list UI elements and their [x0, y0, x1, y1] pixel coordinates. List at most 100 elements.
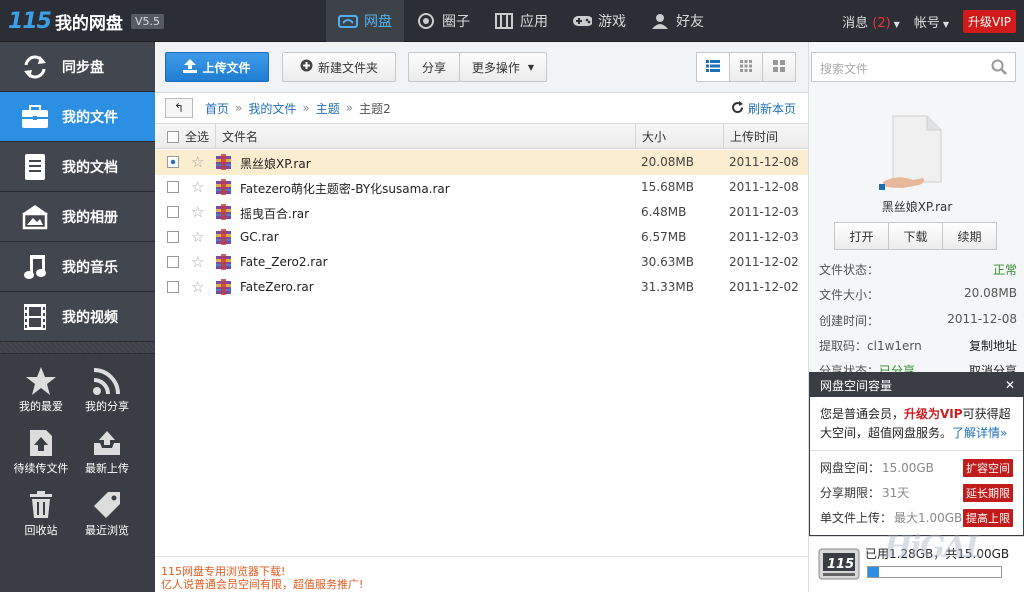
search-input[interactable]: 搜索文件 [811, 52, 1016, 82]
raise-limit-button[interactable]: 提高上限 [963, 509, 1013, 527]
row-checkbox[interactable] [167, 256, 179, 268]
star-icon[interactable]: ☆ [191, 178, 204, 196]
tab-label: 圈子 [442, 14, 470, 30]
quota-label: 分享期限： [820, 486, 881, 500]
table-row[interactable]: ☆ FateZero.rar 31.33MB 2011-12-02 [155, 275, 808, 300]
star-icon[interactable]: ☆ [191, 203, 204, 221]
back-arrow-icon: ↰ [173, 101, 185, 115]
svg-text:115: 115 [827, 557, 854, 572]
thumbnail-view-button[interactable] [762, 52, 796, 82]
column-header-size[interactable]: 大小 [635, 124, 723, 149]
search-icon[interactable] [991, 59, 1007, 78]
file-size: 30.63MB [641, 255, 694, 269]
file-name: 摇曳百合.rar [240, 207, 310, 221]
rar-file-icon [215, 154, 232, 170]
upgrade-vip-button[interactable]: 升级VIP [963, 9, 1016, 33]
row-checkbox[interactable] [167, 156, 179, 168]
open-button[interactable]: 打开 [834, 222, 889, 250]
sidebar-item-music[interactable]: 我的音乐 [0, 242, 155, 292]
renew-button[interactable]: 续期 [942, 222, 997, 250]
breadcrumb-my-files[interactable]: 我的文件 [248, 100, 296, 117]
tool-label: 最近浏览 [85, 524, 129, 537]
breadcrumb-home[interactable]: 首页 [205, 100, 229, 117]
account-label: 帐号 [913, 15, 940, 31]
more-actions-label: 更多操作 [471, 60, 520, 75]
friends-icon [650, 13, 670, 29]
tool-my-shares[interactable]: 我的分享 [72, 364, 142, 414]
column-header-date[interactable]: 上传时间 [723, 124, 808, 149]
star-icon[interactable]: ☆ [191, 153, 204, 171]
row-checkbox[interactable] [167, 281, 179, 293]
file-name: Fate_Zero2.rar [240, 255, 328, 269]
star-icon[interactable]: ☆ [191, 253, 204, 271]
new-folder-label: 新建文件夹 [317, 60, 378, 75]
table-row[interactable]: ☆ Fatezero萌化主题密-BY化susama.rar 15.68MB 20… [155, 175, 808, 200]
tool-recycle-bin[interactable]: 回收站 [6, 488, 76, 538]
list-view-button[interactable] [696, 52, 730, 82]
cancel-share-button[interactable]: 取消分享 [969, 362, 1017, 372]
file-name: FateZero.rar [240, 280, 314, 294]
sidebar-item-videos[interactable]: 我的视频 [0, 292, 155, 342]
tab-apps[interactable]: 应用 [482, 0, 560, 42]
table-row[interactable]: ☆ GC.rar 6.57MB 2011-12-03 [155, 225, 808, 250]
tab-circle[interactable]: 圈子 [404, 0, 482, 42]
notice-browser-link[interactable]: 115网盘专用浏览器下载! [161, 565, 808, 578]
file-table-header: 全选 文件名 大小 上传时间 [155, 123, 808, 149]
sidebar-item-sync[interactable]: 同步盘 [0, 42, 155, 92]
tab-friends[interactable]: 好友 [638, 0, 716, 42]
row-checkbox[interactable] [167, 206, 179, 218]
extend-period-button[interactable]: 延长期限 [963, 484, 1013, 502]
select-all-checkbox[interactable]: 全选 [155, 124, 215, 149]
file-name: 黑丝娘XP.rar [240, 157, 311, 171]
circle-icon [416, 13, 436, 29]
refresh-link[interactable]: 刷新本页 [731, 100, 796, 117]
table-row[interactable]: ☆ 摇曳百合.rar 6.48MB 2011-12-03 [155, 200, 808, 225]
column-header-name[interactable]: 文件名 [215, 124, 635, 149]
file-date: 2011-12-08 [729, 180, 799, 194]
app-logo[interactable]: 115 我的网盘 V5.5 [8, 9, 164, 34]
sidebar-item-label: 我的文档 [62, 159, 118, 176]
file-date: 2011-12-03 [729, 230, 799, 244]
back-button[interactable]: ↰ [165, 98, 193, 118]
row-checkbox[interactable] [167, 231, 179, 243]
sidebar-item-documents[interactable]: 我的文档 [0, 142, 155, 192]
tab-netdisk[interactable]: 网盘 [326, 0, 404, 42]
info-value: 正常 [992, 263, 1017, 277]
tool-favorites[interactable]: 我的最爱 [6, 364, 76, 414]
upgrade-vip-link[interactable]: 升级为VIP [904, 407, 963, 421]
gamepad-icon [572, 13, 592, 29]
messages-menu[interactable]: 消息 (2) ▼ [842, 12, 900, 31]
star-icon[interactable]: ☆ [191, 228, 204, 246]
table-row[interactable]: ☆ Fate_Zero2.rar 30.63MB 2011-12-02 [155, 250, 808, 275]
row-checkbox[interactable] [167, 181, 179, 193]
trash-icon [6, 488, 76, 522]
learn-more-link[interactable]: 了解详情» [952, 426, 1007, 440]
info-label: 提取码： [819, 339, 868, 353]
tool-resume-upload[interactable]: 待续传文件 [6, 426, 76, 476]
breadcrumb-current: 主题2 [359, 101, 391, 116]
breadcrumb-theme[interactable]: 主题 [316, 100, 340, 117]
upload-button[interactable]: 上传文件 [165, 52, 269, 82]
close-icon[interactable]: ✕ [1005, 378, 1015, 392]
account-menu[interactable]: 帐号 ▼ [914, 12, 949, 31]
tool-recent[interactable]: 最近浏览 [72, 488, 142, 538]
table-row[interactable]: ☆ 黑丝娘XP.rar 20.08MB 2011-12-08 [155, 150, 808, 175]
info-code: 提取码：cl1w1ern 复制地址 [819, 337, 1017, 354]
copy-link-button[interactable]: 复制地址 [969, 337, 1017, 354]
star-icon[interactable]: ☆ [191, 278, 204, 296]
more-actions-button[interactable]: 更多操作 ▼ [459, 52, 547, 82]
sidebar-item-photos[interactable]: 我的相册 [0, 192, 155, 242]
info-value: 已分享 [879, 364, 916, 372]
quota-row: 网盘空间： 15.00GB 扩容空间 [810, 455, 1023, 480]
sidebar-item-my-files[interactable]: 我的文件 [0, 92, 155, 142]
file-date: 2011-12-02 [729, 255, 799, 269]
new-folder-button[interactable]: 新建文件夹 [282, 52, 396, 82]
info-label: 文件大小： [819, 288, 880, 302]
expand-space-button[interactable]: 扩容空间 [963, 459, 1013, 477]
tab-games[interactable]: 游戏 [560, 0, 638, 42]
grid-view-button[interactable] [729, 52, 763, 82]
share-button[interactable]: 分享 [408, 52, 460, 82]
download-button[interactable]: 下载 [888, 222, 943, 250]
info-label: 创建时间： [819, 314, 880, 328]
tool-latest-upload[interactable]: 最新上传 [72, 426, 142, 476]
